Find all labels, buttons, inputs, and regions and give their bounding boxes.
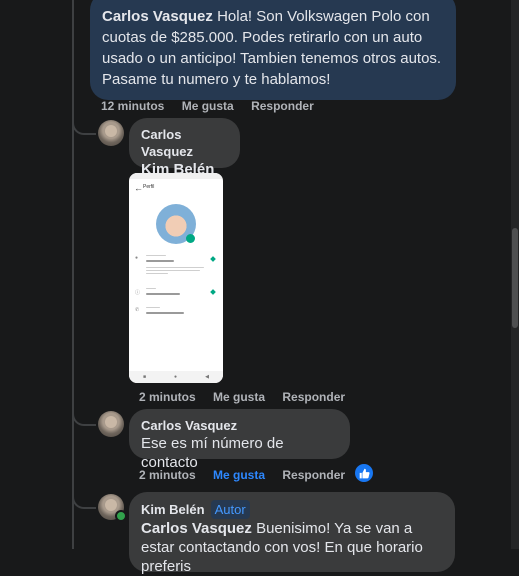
comment-text: Ese es mí número de contacto [141,435,284,471]
comment-actions: 2 minutos Me gusta Responder [139,390,359,404]
thumbs-up-glyph [359,468,370,478]
like-link[interactable]: Me gusta [182,99,234,113]
online-status-dot [115,510,127,522]
comment-actions: 2 minutos Me gusta Responder [139,468,359,482]
comment-author[interactable]: Carlos Vasquez [141,417,338,434]
reply-link[interactable]: Responder [251,99,314,113]
circle-icon: ● [174,374,178,380]
comment-bubble: Kim Belén Autor Carlos Vasquez Buenisimo!… [129,492,455,575]
text-line [146,312,184,314]
text-line [146,273,168,274]
text-line [146,260,174,262]
like-link[interactable]: Me gusta [213,390,265,404]
thread-branch [72,119,96,135]
camera-icon [186,234,195,243]
pencil-icon [210,256,216,262]
phone-status-bar [129,173,223,179]
info-icon: ⓘ [135,290,141,296]
text-line [146,270,200,271]
text-line [146,307,160,308]
phone-screen-title: Perfil [143,184,155,190]
comment-author[interactable]: Kim Belén [141,502,205,517]
comment-actions: 12 minutos Me gusta Responder [101,99,328,113]
text-line [146,288,156,289]
comment-time[interactable]: 2 minutos [139,468,196,482]
pencil-icon [210,289,216,295]
thread-branch [72,410,96,426]
comment-bubble: Carlos Vasquez Kim Belén [129,118,240,178]
comment-time[interactable]: 12 minutos [101,99,164,113]
phone-icon: ✆ [135,307,140,313]
square-icon: ■ [143,374,147,380]
text-line [146,255,166,256]
arrow-left-icon: ← [134,183,143,193]
comment-bubble-highlighted: Carlos Vasquez Hola! Son Volkswagen Polo… [90,0,456,100]
person-icon: ● [135,255,139,261]
comment-time[interactable]: 2 minutos [139,390,196,404]
avatar[interactable] [98,120,124,146]
comment-author[interactable]: Carlos Vasquez [102,8,213,25]
thread-branch [72,493,96,509]
scrollbar-thumb[interactable] [512,228,518,328]
author-badge: Autor [210,500,250,519]
mention-link[interactable]: Carlos Vasquez [141,520,252,537]
thread-line [72,0,74,549]
text-line [146,293,180,295]
thumbs-up-icon[interactable] [353,462,375,484]
reply-link[interactable]: Responder [282,468,345,482]
comment-author[interactable]: Carlos Vasquez [141,126,228,160]
text-line [146,267,204,268]
phone-nav-bar: ■ ● ◀ [129,371,223,383]
avatar[interactable] [98,411,124,437]
attachment-image[interactable]: ← Perfil ● ⓘ ✆ ■ ● ◀ [129,173,223,383]
comment-bubble: Carlos Vasquez Ese es mí número de conta… [129,409,350,471]
triangle-icon: ◀ [205,374,209,380]
comment-author-line: Kim Belén Autor [141,500,443,519]
reply-link[interactable]: Responder [282,390,345,404]
like-link-active[interactable]: Me gusta [213,468,265,482]
